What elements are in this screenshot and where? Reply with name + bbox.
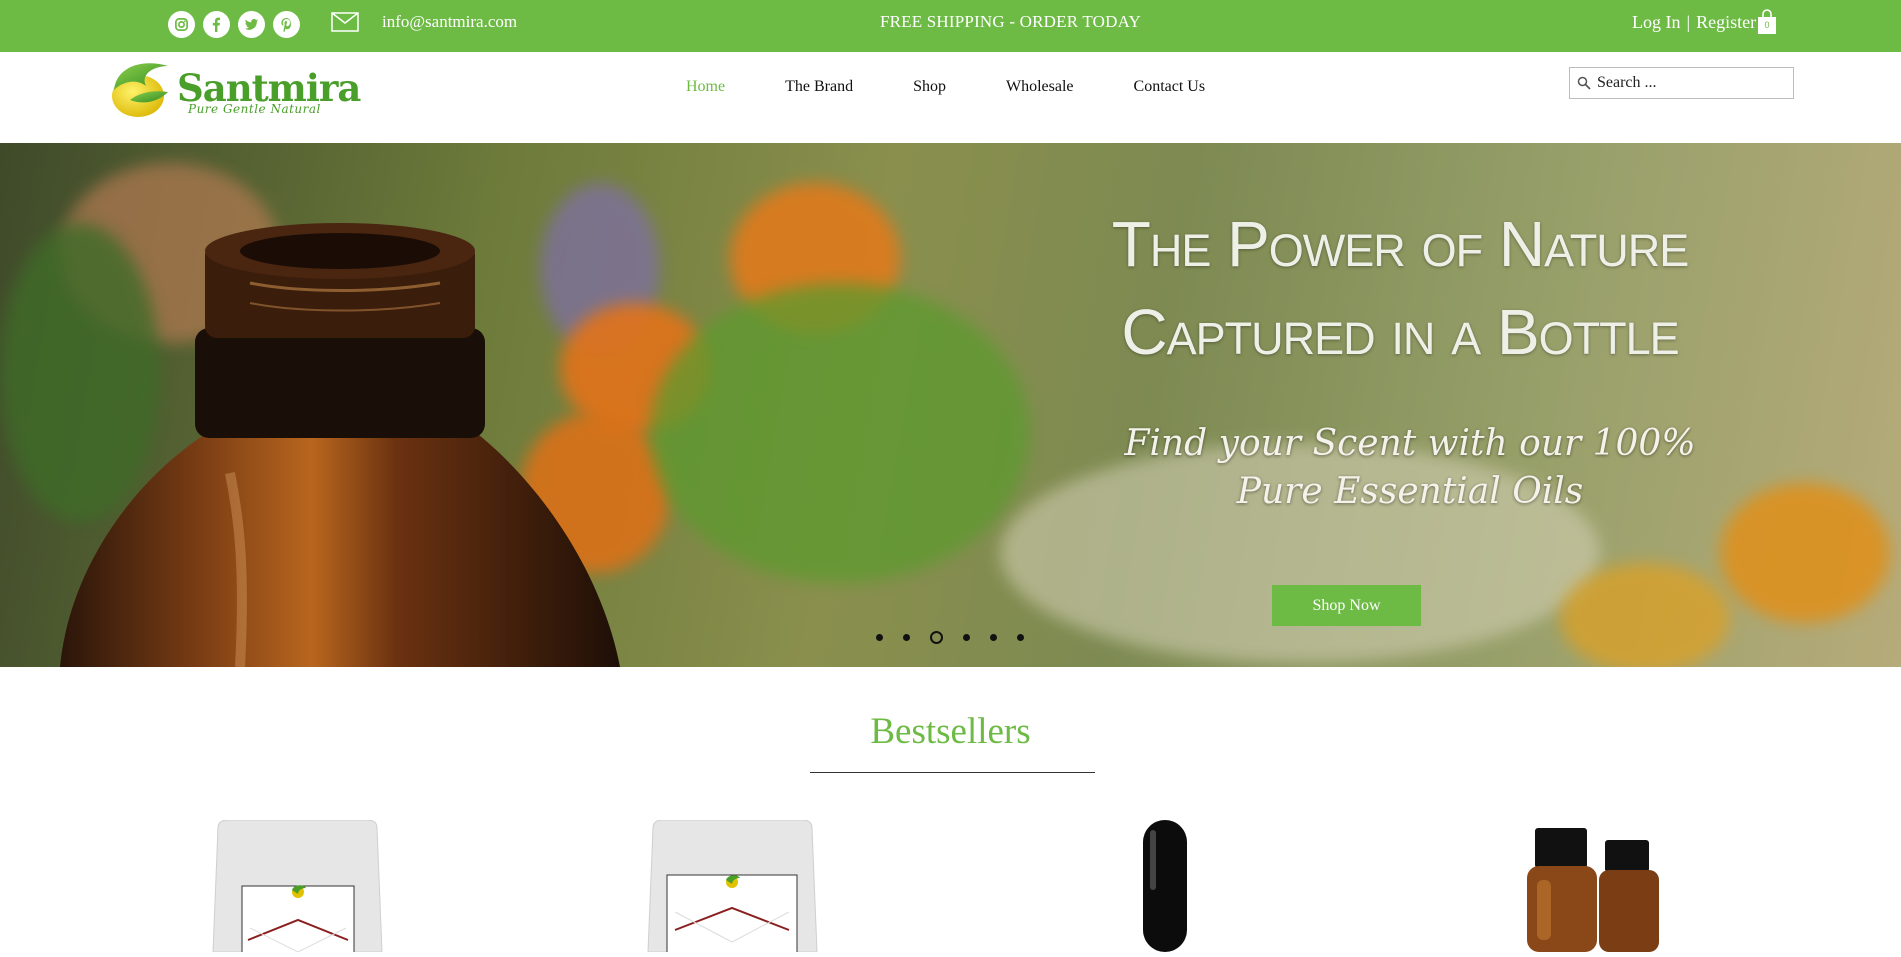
shipping-promo: FREE SHIPPING - ORDER TODAY [879, 12, 1142, 31]
product-card[interactable] [210, 819, 385, 957]
login-link[interactable]: Log In [1632, 12, 1681, 33]
cart-count: 0 [1764, 20, 1770, 30]
search-input[interactable] [1595, 73, 1779, 93]
nav-the-brand[interactable]: The Brand [785, 78, 853, 96]
main-nav: Home The Brand Shop Wholesale Contact Us [686, 78, 1265, 96]
slide-dot-1[interactable] [876, 634, 883, 641]
hero-title: The Power of Nature Captured in a Bottle [1000, 200, 1800, 376]
shop-now-button[interactable]: Shop Now [1272, 585, 1421, 626]
nav-shop[interactable]: Shop [913, 78, 946, 96]
essential-oil-bottle-image [60, 223, 620, 667]
bestsellers-products [0, 819, 1901, 957]
account-links: Log In | Register [1632, 12, 1756, 33]
bestsellers-divider [810, 772, 1095, 773]
bg-flower [1560, 563, 1730, 667]
hero-subtitle-line-2: Pure Essential Oils [1236, 471, 1584, 512]
register-link[interactable]: Register [1696, 12, 1756, 33]
product-card[interactable] [1525, 820, 1670, 957]
product-pouch-image [212, 819, 383, 957]
cart-button[interactable]: 0 [1757, 9, 1777, 40]
product-roller-bottle-image [1143, 820, 1187, 952]
bg-flower [1720, 483, 1890, 623]
bestsellers-heading: Bestsellers [870, 711, 1031, 752]
auth-separator: | [1686, 12, 1691, 32]
search-icon [1577, 76, 1591, 90]
hero-title-line-1: The Power of Nature [1111, 208, 1690, 280]
bg-leaves [650, 283, 1030, 583]
nav-wholesale[interactable]: Wholesale [1006, 78, 1074, 96]
product-oil-bottles-image [1527, 828, 1659, 952]
slide-dot-4[interactable] [963, 634, 970, 641]
product-pouch-image [647, 819, 818, 956]
search-box[interactable] [1569, 67, 1794, 99]
product-card[interactable] [645, 819, 820, 957]
hero-subtitle-line-1: Find your Scent with our 100% [1124, 423, 1696, 464]
hero-title-line-2: Captured in a Bottle [1121, 296, 1679, 368]
slide-dot-6[interactable] [1017, 634, 1024, 641]
leaf-logo-icon [112, 63, 168, 117]
hero-slideshow: The Power of Nature Captured in a Bottle… [0, 143, 1901, 667]
nav-contact-us[interactable]: Contact Us [1134, 78, 1206, 96]
slide-dot-2[interactable] [903, 634, 910, 641]
slideshow-dots [876, 631, 1024, 644]
product-card[interactable] [1140, 820, 1190, 957]
site-header: Santmira Pure Gentle Natural Home The Br… [0, 52, 1901, 143]
slide-dot-3[interactable] [930, 631, 943, 644]
nav-home[interactable]: Home [686, 78, 725, 96]
top-bar: info@santmira.com FREE SHIPPING - ORDER … [0, 0, 1901, 52]
brand-logo[interactable] [110, 56, 172, 127]
slide-dot-5[interactable] [990, 634, 997, 641]
hero-subtitle: Find your Scent with our 100% Pure Essen… [1090, 420, 1730, 516]
brand-tagline: Pure Gentle Natural [188, 102, 321, 116]
